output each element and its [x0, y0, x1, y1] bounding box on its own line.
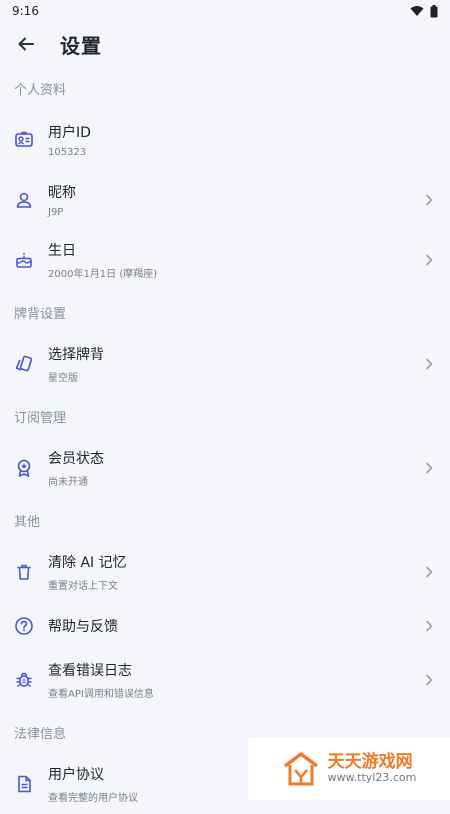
settings-item-title: 生日 [48, 243, 76, 259]
back-button[interactable] [14, 32, 38, 56]
settings-item-title: 用户ID [48, 125, 91, 141]
settings-item-subtitle: 2000年1月1日 (摩羯座) [48, 269, 158, 280]
settings-item-user-id[interactable]: 用户ID 105323 [0, 110, 450, 170]
watermark: 天天游戏网 www.ttyl23.com [248, 738, 450, 800]
status-time: 9:16 [12, 4, 39, 18]
watermark-title: 天天游戏网 [327, 752, 413, 772]
settings-item-subtitle: 尚未开通 [48, 477, 88, 488]
house-logo-icon [283, 752, 318, 786]
watermark-url: www.ttyl23.com [327, 771, 417, 784]
chevron-right-icon [426, 254, 433, 266]
settings-item-birthday[interactable]: 生日 2000年1月1日 (摩羯座) [0, 230, 450, 290]
settings-item-membership[interactable]: 会员状态 尚未开通 [0, 438, 450, 498]
settings-item-title: 帮助与反馈 [48, 619, 118, 635]
settings-item-subtitle: J9P [48, 207, 64, 218]
chevron-right-icon [426, 358, 433, 370]
section-header-subscription: 订阅管理 [14, 410, 67, 426]
person-icon [14, 190, 34, 210]
arrow-left-icon [18, 37, 34, 51]
settings-item-clear-ai-memory[interactable]: 清除 AI 记忆 重置对话上下文 [0, 542, 450, 602]
id-card-icon [14, 130, 34, 150]
settings-item-subtitle: 星空版 [48, 373, 78, 384]
badge-icon [14, 458, 34, 478]
settings-item-subtitle: 重置对话上下文 [48, 581, 118, 592]
section-header-profile: 个人资料 [14, 82, 67, 98]
document-icon [14, 774, 34, 794]
settings-item-title: 选择牌背 [48, 347, 104, 363]
settings-item-subtitle: 查看API调用和错误信息 [48, 689, 154, 700]
section-header-card-back: 牌背设置 [14, 306, 67, 322]
cards-icon [14, 354, 34, 374]
settings-item-title: 昵称 [48, 185, 76, 201]
page-title: 设置 [60, 33, 102, 58]
settings-item-subtitle: 105323 [48, 147, 87, 158]
battery-icon [430, 4, 438, 17]
status-icons [410, 4, 438, 18]
app-bar: 设置 [0, 22, 450, 66]
chevron-right-icon [426, 620, 433, 632]
settings-item-title: 查看错误日志 [48, 663, 132, 679]
section-header-other: 其他 [14, 514, 41, 530]
settings-item-nickname[interactable]: 昵称 J9P [0, 170, 450, 230]
chevron-right-icon [426, 194, 433, 206]
settings-item-card-back[interactable]: 选择牌背 星空版 [0, 334, 450, 394]
chevron-right-icon [426, 462, 433, 474]
bug-icon [14, 670, 34, 690]
trash-icon [14, 562, 34, 582]
cake-icon [14, 250, 34, 270]
settings-item-help-feedback[interactable]: 帮助与反馈 [0, 602, 450, 650]
status-bar: 9:16 [0, 0, 450, 22]
chevron-right-icon [426, 566, 433, 578]
settings-item-error-log[interactable]: 查看错误日志 查看API调用和错误信息 [0, 650, 450, 710]
wifi-icon [410, 6, 424, 16]
settings-item-title: 清除 AI 记忆 [48, 555, 127, 571]
chevron-right-icon [426, 674, 433, 686]
settings-item-title: 会员状态 [48, 451, 104, 467]
help-icon [14, 616, 34, 636]
